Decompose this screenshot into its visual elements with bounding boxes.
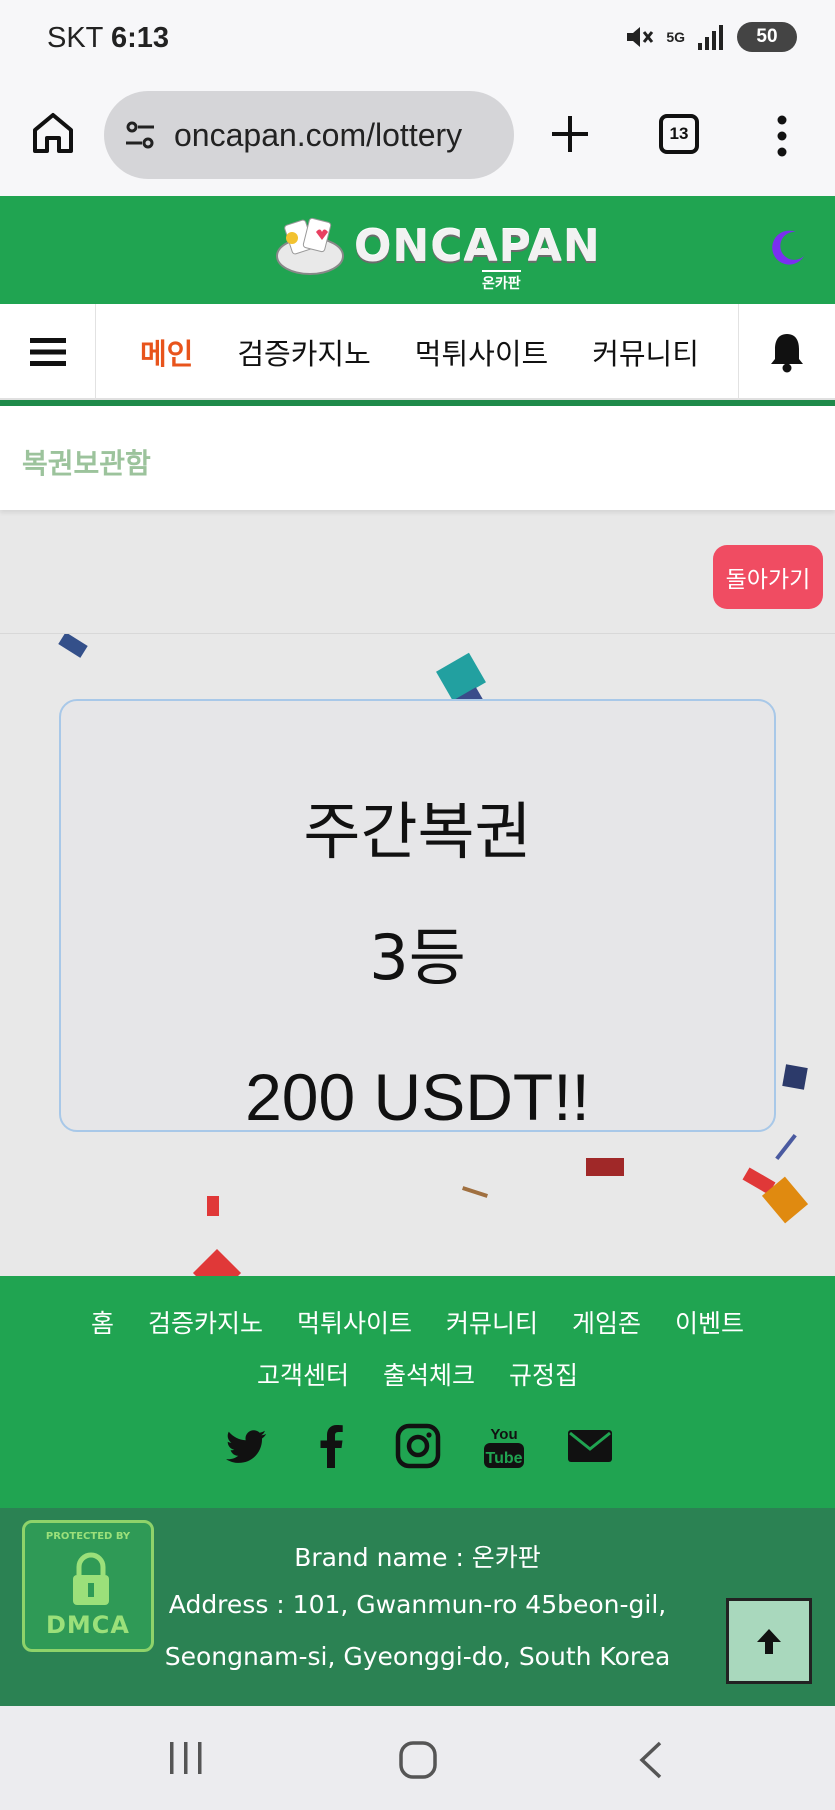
footer-link-home[interactable]: 홈 [91,1304,114,1340]
address-line1: Address : 101, Gwanmun-ro 45beon-gil, [168,1590,667,1619]
breadcrumb: 복권보관함 [0,406,835,510]
main-nav: 메인 검증카지노 먹튀사이트 커뮤니티 [0,304,835,400]
mute-icon [627,27,654,47]
status-bar: SKT 6:13 5G 50 [0,0,835,80]
tab-switcher-button[interactable]: 13 [659,114,699,154]
tab-count: 13 [669,124,689,143]
site-header: ONCAPAN 온카판 [0,196,835,304]
instagram-icon[interactable] [394,1422,442,1470]
logo-emblem-icon [276,217,344,275]
more-menu-icon[interactable] [770,114,794,158]
address-bar[interactable]: oncapan.com/lottery [104,91,514,179]
address-line2: Seongnam-si, Gyeonggi-do, South Korea [164,1642,671,1671]
site-settings-icon[interactable] [120,115,160,155]
site-footer: 홈 검증카지노 먹튀사이트 커뮤니티 게임존 이벤트 고객센터 출석체크 규정집… [0,1276,835,1508]
clock: 6:13 [110,22,169,54]
page-title: 복권보관함 [22,447,151,480]
nav-item-community[interactable]: 커뮤니티 [592,331,699,373]
status-icons: 5G 50 [624,22,797,52]
confetti-piece [462,1186,488,1198]
twitter-icon[interactable] [222,1422,270,1470]
mail-icon[interactable] [566,1422,614,1470]
battery-level: 50 [756,26,778,47]
browser-toolbar: oncapan.com/lottery 13 [0,80,835,196]
carrier: SKT [47,22,103,54]
footer-link-event[interactable]: 이벤트 [675,1304,744,1340]
back-nav-icon[interactable] [636,1740,666,1780]
social-links: You Tube [0,1422,835,1470]
footer-link-game-zone[interactable]: 게임존 [572,1304,641,1340]
notification-bell-icon[interactable] [738,304,835,400]
back-button[interactable]: 돌아가기 [713,545,823,609]
site-logo[interactable]: ONCAPAN 온카판 [274,216,601,292]
lottery-prize: 200 USDT!! [245,1060,590,1134]
site-info: PROTECTED BY DMCA Brand name : 온카판 Addre… [0,1508,835,1706]
confetti-piece [586,1158,624,1176]
network-icon: 5G [666,29,685,45]
home-icon[interactable] [30,110,76,156]
logo-text: ONCAPAN [354,221,601,272]
youtube-icon[interactable]: You Tube [480,1422,528,1470]
battery-icon: 50 [737,22,797,52]
system-nav-bar [0,1706,835,1810]
svg-text:Tube: Tube [485,1450,522,1467]
nav-item-scam-sites[interactable]: 먹튀사이트 [415,331,548,373]
lottery-type: 주간복권 [303,795,532,868]
footer-link-scam-sites[interactable]: 먹튀사이트 [297,1304,412,1340]
confetti-piece [192,1248,242,1276]
footer-links-row1: 홈 검증카지노 먹튀사이트 커뮤니티 게임존 이벤트 [0,1304,835,1340]
hamburger-menu-icon[interactable] [0,304,96,400]
dark-mode-moon-icon[interactable] [766,226,808,268]
logo-subtext: 온카판 [482,270,521,293]
new-tab-icon[interactable] [548,112,592,156]
scroll-to-top-button[interactable] [726,1598,812,1684]
confetti-piece [782,1064,808,1090]
home-button-icon[interactable] [398,1740,438,1780]
facebook-icon[interactable] [308,1422,356,1470]
nav-items: 메인 검증카지노 먹튀사이트 커뮤니티 [96,304,738,400]
back-button-label: 돌아가기 [725,567,811,593]
footer-link-attendance[interactable]: 출석체크 [383,1356,475,1392]
recent-apps-icon[interactable] [166,1740,206,1776]
footer-links-row2: 고객센터 출석체크 규정집 [0,1356,835,1392]
carrier-time: SKT 6:13 [47,22,169,55]
nav-item-verified-casino[interactable]: 검증카지노 [237,331,370,373]
url-text: oncapan.com/lottery [174,116,463,153]
svg-text:You: You [490,1426,517,1443]
footer-link-support[interactable]: 고객센터 [257,1356,349,1392]
footer-link-verified-casino[interactable]: 검증카지노 [148,1304,263,1340]
footer-link-community[interactable]: 커뮤니티 [446,1304,538,1340]
confetti-piece [775,1133,797,1161]
confetti-piece [207,1196,219,1216]
nav-item-main[interactable]: 메인 [140,331,193,373]
lottery-rank: 3등 [369,921,466,994]
confetti-piece [58,634,88,658]
arrow-up-icon [757,1629,781,1654]
signal-icon [698,25,723,50]
lottery-result-card: 주간복권 3등 200 USDT!! [59,699,776,1134]
lottery-result-stage: 주간복권 3등 200 USDT!! [0,633,835,1276]
footer-link-rules[interactable]: 규정집 [509,1356,578,1392]
brand-name: Brand name : 온카판 [294,1543,541,1572]
